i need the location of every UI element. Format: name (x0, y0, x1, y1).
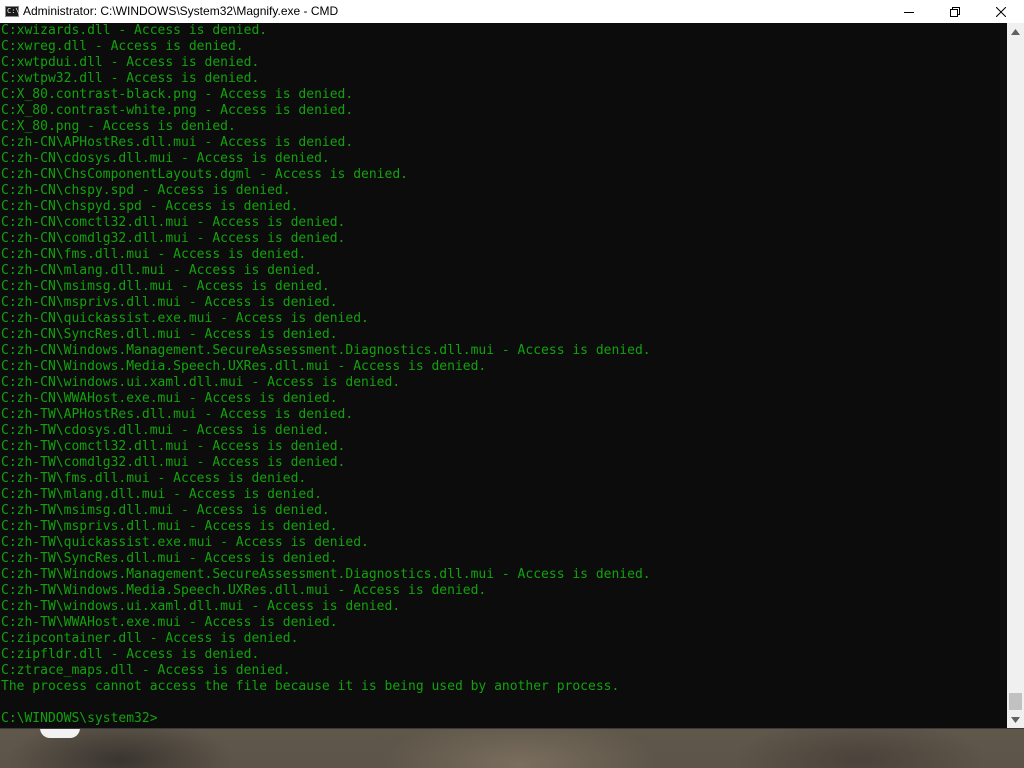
console-line: C:zh-TW\fms.dll.mui - Access is denied. (1, 471, 307, 486)
console-line: C:zh-TW\WWAHost.exe.mui - Access is deni… (1, 615, 338, 630)
desktop-shortcut-icon[interactable] (40, 728, 80, 738)
console-line: C:zh-TW\APHostRes.dll.mui - Access is de… (1, 407, 354, 422)
console-line: C:zh-TW\Windows.Media.Speech.UXRes.dll.m… (1, 583, 487, 598)
scroll-down-arrow-icon (1011, 716, 1020, 723)
console-line: C:zh-CN\mlang.dll.mui - Access is denied… (1, 263, 322, 278)
console-line: C:zh-TW\msimsg.dll.mui - Access is denie… (1, 503, 330, 518)
console-line: C:zh-TW\comdlg32.dll.mui - Access is den… (1, 455, 346, 470)
cmd-window: C:\ Administrator: C:\WINDOWS\System32\M… (0, 0, 1024, 728)
console-line: C:zh-CN\WWAHost.exe.mui - Access is deni… (1, 391, 338, 406)
console-line: C:zh-CN\windows.ui.xaml.dll.mui - Access… (1, 375, 401, 390)
scroll-thumb[interactable] (1009, 693, 1022, 710)
cmd-icon[interactable]: C:\ (5, 6, 20, 17)
console-line: C:xwizards.dll - Access is denied. (1, 23, 268, 38)
console-line: C:zh-CN\chspy.spd - Access is denied. (1, 183, 291, 198)
console-line: C:zh-CN\msimsg.dll.mui - Access is denie… (1, 279, 330, 294)
console-line: C:zh-TW\mlang.dll.mui - Access is denied… (1, 487, 322, 502)
console-line: C:ztrace_maps.dll - Access is denied. (1, 663, 291, 678)
minimize-button[interactable] (886, 0, 932, 23)
console-line: C:X_80.contrast-white.png - Access is de… (1, 103, 354, 118)
console-line: C:xwtpw32.dll - Access is denied. (1, 71, 260, 86)
console-text: C:xwizards.dll - Access is denied. C:xwre… (1, 23, 651, 727)
restore-icon (950, 6, 960, 17)
console-line: C:zh-CN\Windows.Management.SecureAssessm… (1, 343, 651, 358)
console-line: C:zh-TW\comctl32.dll.mui - Access is den… (1, 439, 346, 454)
console-line: C:zh-CN\Windows.Media.Speech.UXRes.dll.m… (1, 359, 487, 374)
console-line: C:zh-CN\SyncRes.dll.mui - Access is deni… (1, 327, 338, 342)
command-prompt[interactable]: C:\WINDOWS\system32> (1, 711, 651, 727)
console-line: C:zh-TW\SyncRes.dll.mui - Access is deni… (1, 551, 338, 566)
console-line: C:zh-CN\fms.dll.mui - Access is denied. (1, 247, 307, 262)
scroll-up-arrow-icon (1011, 28, 1020, 35)
scroll-up-button[interactable] (1007, 23, 1024, 40)
console-line: C:zh-CN\comctl32.dll.mui - Access is den… (1, 215, 346, 230)
console-line: C:zh-TW\cdosys.dll.mui - Access is denie… (1, 423, 330, 438)
vertical-scrollbar[interactable] (1007, 23, 1024, 728)
console-output[interactable]: C:xwizards.dll - Access is denied. C:xwre… (0, 23, 1007, 728)
console-line: C:zh-TW\quickassist.exe.mui - Access is … (1, 535, 369, 550)
console-line: C:zh-CN\ChsComponentLayouts.dgml - Acces… (1, 167, 408, 182)
close-button[interactable] (978, 0, 1024, 23)
console-line: C:zipcontainer.dll - Access is denied. (1, 631, 299, 646)
minimize-icon (904, 11, 914, 13)
console-line: C:zh-CN\APHostRes.dll.mui - Access is de… (1, 135, 354, 150)
title-bar[interactable]: C:\ Administrator: C:\WINDOWS\System32\M… (0, 0, 1024, 23)
console-line: C:zh-TW\windows.ui.xaml.dll.mui - Access… (1, 599, 401, 614)
console-line: C:xwreg.dll - Access is denied. (1, 39, 244, 54)
console-line: C:zh-TW\msprivs.dll.mui - Access is deni… (1, 519, 338, 534)
scroll-down-button[interactable] (1007, 711, 1024, 728)
console-line: C:zh-CN\quickassist.exe.mui - Access is … (1, 311, 369, 326)
console-line: C:zh-TW\Windows.Management.SecureAssessm… (1, 567, 651, 582)
console-line: The process cannot access the file becau… (1, 679, 620, 694)
console-line: C:zh-CN\msprivs.dll.mui - Access is deni… (1, 295, 338, 310)
console-line: C:X_80.png - Access is denied. (1, 119, 236, 134)
console-line: C:zipfldr.dll - Access is denied. (1, 647, 260, 662)
close-icon (996, 6, 1006, 17)
console-line: C:xwtpdui.dll - Access is denied. (1, 55, 260, 70)
maximize-button[interactable] (932, 0, 978, 23)
console-line: C:X_80.contrast-black.png - Access is de… (1, 87, 354, 102)
console-line: C:zh-CN\cdosys.dll.mui - Access is denie… (1, 151, 330, 166)
console-line: C:zh-CN\comdlg32.dll.mui - Access is den… (1, 231, 346, 246)
window-title: Administrator: C:\WINDOWS\System32\Magni… (23, 4, 339, 18)
console-line: C:zh-CN\chspyd.spd - Access is denied. (1, 199, 299, 214)
